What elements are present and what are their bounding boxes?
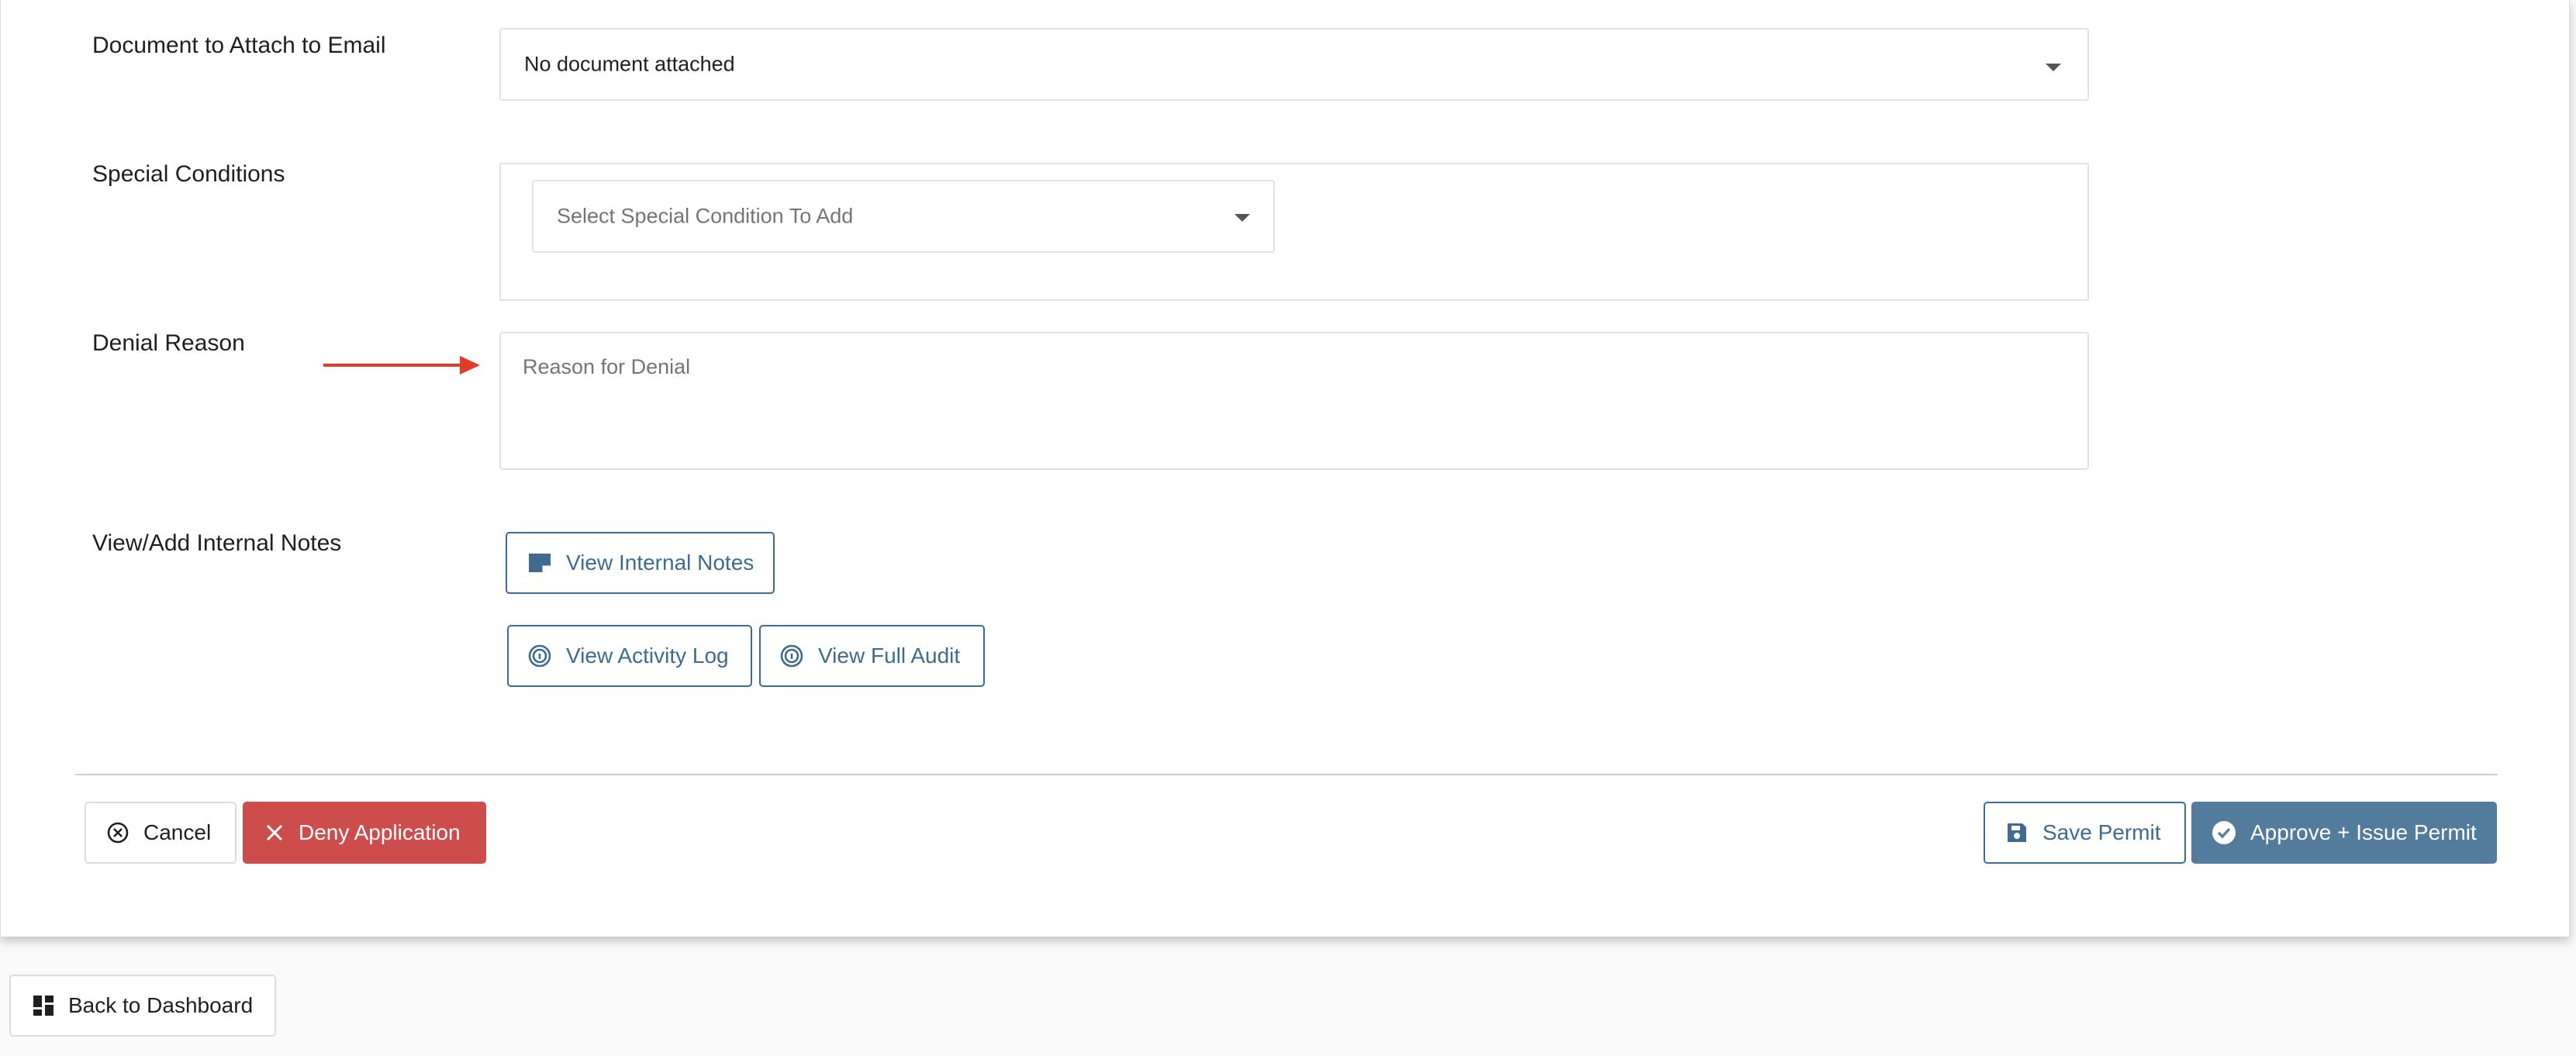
denial-reason-label: Denial Reason bbox=[92, 330, 245, 356]
approve-issue-permit-button[interactable]: Approve + Issue Permit bbox=[2191, 802, 2497, 864]
document-attach-label: Document to Attach to Email bbox=[92, 33, 386, 58]
back-to-dashboard-button[interactable]: Back to Dashboard bbox=[9, 975, 276, 1037]
deny-application-label: Deny Application bbox=[299, 820, 461, 844]
view-internal-notes-label: View Internal Notes bbox=[566, 550, 754, 575]
save-permit-button[interactable]: Save Permit bbox=[1984, 802, 2186, 864]
actions-divider bbox=[75, 774, 2498, 775]
denial-reason-placeholder: Reason for Denial bbox=[523, 355, 691, 378]
view-internal-notes-button[interactable]: View Internal Notes bbox=[506, 532, 775, 594]
view-full-audit-button[interactable]: View Full Audit bbox=[759, 625, 985, 687]
arrow-pointer-icon bbox=[323, 356, 480, 374]
view-activity-log-button[interactable]: View Activity Log bbox=[507, 625, 752, 687]
cancel-label: Cancel bbox=[143, 820, 212, 844]
view-activity-log-label: View Activity Log bbox=[566, 644, 729, 668]
close-circle-icon bbox=[106, 821, 129, 844]
document-attach-select[interactable]: No document attached bbox=[499, 28, 2089, 101]
special-conditions-label: Special Conditions bbox=[92, 161, 285, 187]
view-full-audit-label: View Full Audit bbox=[818, 644, 961, 668]
close-icon bbox=[264, 823, 285, 843]
note-icon bbox=[527, 552, 552, 574]
special-conditions-panel: Select Special Condition To Add bbox=[499, 163, 2089, 301]
fingerprint-icon bbox=[779, 644, 804, 668]
approve-issue-permit-label: Approve + Issue Permit bbox=[2250, 820, 2477, 844]
chevron-down-icon bbox=[2046, 64, 2061, 71]
document-attach-value: No document attached bbox=[524, 52, 735, 76]
save-icon bbox=[2005, 821, 2029, 844]
check-circle-icon bbox=[2212, 820, 2236, 845]
save-permit-label: Save Permit bbox=[2042, 820, 2161, 844]
internal-notes-label: View/Add Internal Notes bbox=[92, 530, 342, 556]
denial-reason-textarea[interactable]: Reason for Denial bbox=[499, 332, 2089, 470]
special-condition-placeholder: Select Special Condition To Add bbox=[557, 204, 854, 228]
special-condition-select[interactable]: Select Special Condition To Add bbox=[532, 180, 1275, 253]
chevron-down-icon bbox=[1234, 214, 1250, 222]
cancel-button[interactable]: Cancel bbox=[85, 802, 237, 864]
back-to-dashboard-label: Back to Dashboard bbox=[68, 993, 254, 1017]
fingerprint-icon bbox=[527, 644, 552, 668]
dashboard-icon bbox=[33, 995, 54, 1016]
deny-application-button[interactable]: Deny Application bbox=[243, 802, 486, 864]
permit-form-card: Document to Attach to Email No document … bbox=[0, 0, 2570, 937]
